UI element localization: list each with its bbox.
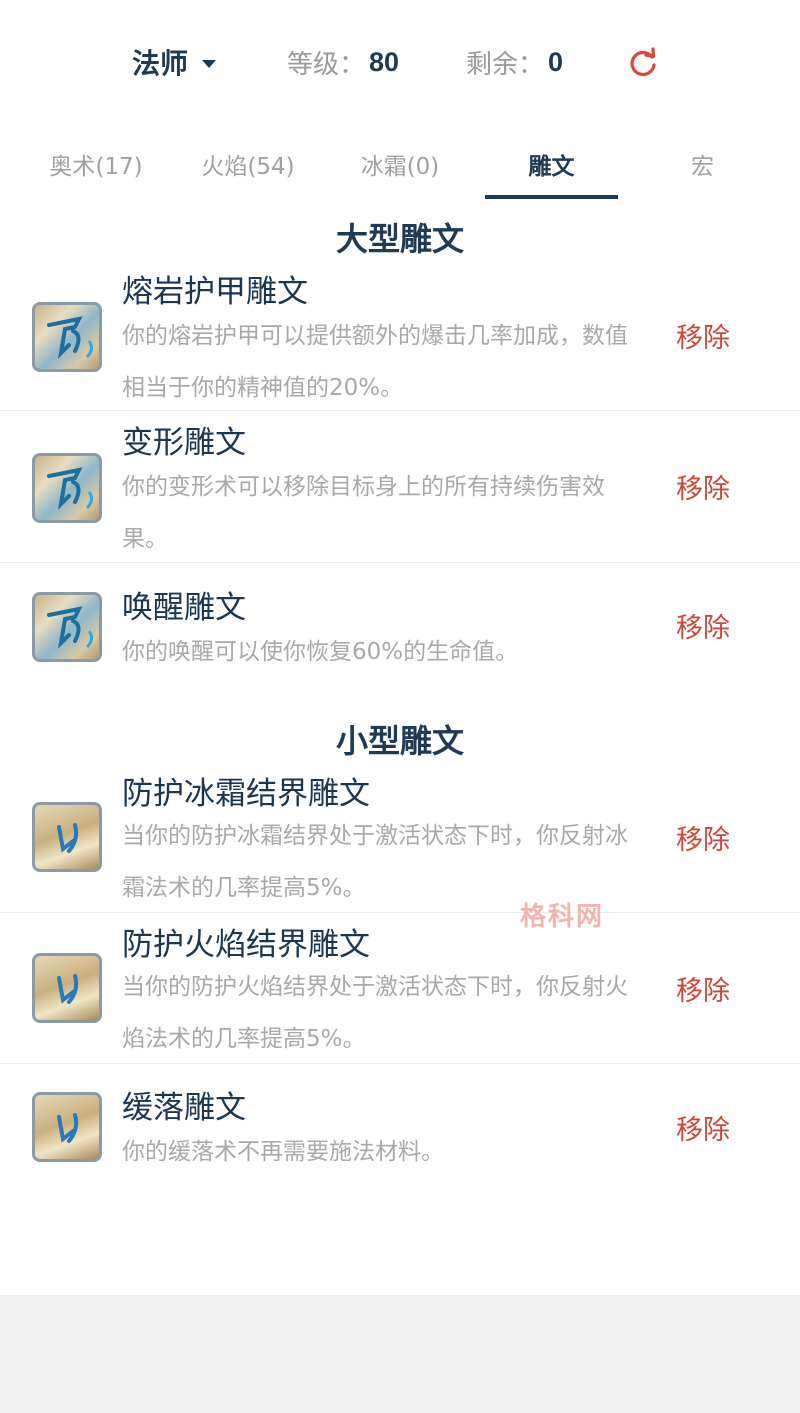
glyph-description: 你的变形术可以移除目标身上的所有持续伤害效果。	[122, 474, 605, 552]
active-tab-indicator	[485, 195, 618, 199]
glyph-name: 熔岩护甲雕文	[122, 274, 308, 310]
refresh-icon	[630, 47, 656, 77]
glyph-description: 你的熔岩护甲可以提供额外的爆击几率加成，数值相当于你的精神值的20%。	[122, 323, 628, 401]
remove-button[interactable]: 移除	[676, 969, 730, 1008]
glyph-row: 熔岩护甲雕文 你的熔岩护甲可以提供额外的爆击几率加成，数值相当于你的精神值的20…	[0, 262, 800, 410]
remove-button[interactable]: 移除	[676, 818, 730, 857]
tab-arcane[interactable]: 奥术(17)	[20, 128, 172, 200]
tab-macro[interactable]: 宏	[630, 128, 775, 200]
glyph-minor-icon	[32, 802, 102, 872]
glyph-description: 你的缓落术不再需要施法材料。	[122, 1139, 444, 1165]
glyph-major-icon	[32, 453, 102, 523]
tab-fire[interactable]: 火焰(54)	[172, 128, 324, 200]
glyph-row: 防护冰霜结界雕文 当你的防护冰霜结界处于激活状态下时，你反射冰霜法术的几率提高5…	[0, 764, 800, 912]
glyph-name: 唤醒雕文	[122, 590, 246, 626]
glyph-major-icon	[32, 592, 102, 662]
watermark: 格科网	[520, 902, 605, 932]
glyph-name: 防护火焰结界雕文	[122, 927, 370, 963]
divider	[0, 410, 800, 411]
divider	[0, 1063, 800, 1064]
tab-bar: 奥术(17) 火焰(54) 冰霜(0) 雕文 宏	[0, 128, 800, 200]
remove-button[interactable]: 移除	[676, 316, 730, 355]
glyph-name: 变形雕文	[122, 425, 246, 461]
remaining-label: 剩余：	[466, 49, 545, 80]
divider	[0, 912, 800, 913]
caret-down-icon	[202, 60, 217, 68]
glyph-minor-icon	[32, 1092, 102, 1162]
major-glyphs-title: 大型雕文	[335, 220, 464, 258]
remove-button[interactable]: 移除	[676, 606, 730, 645]
glyph-minor-icon	[32, 953, 102, 1023]
glyph-name: 缓落雕文	[122, 1090, 246, 1126]
class-name: 法师	[132, 47, 189, 80]
glyph-row: 变形雕文 你的变形术可以移除目标身上的所有持续伤害效果。 移除	[0, 413, 800, 561]
tab-glyphs[interactable]: 雕文	[485, 128, 618, 200]
remove-button[interactable]: 移除	[676, 467, 730, 506]
level-value: 80	[369, 46, 400, 77]
level-stat: 等级： 80	[287, 42, 399, 82]
glyph-row: 缓落雕文 你的缓落术不再需要施法材料。 移除	[0, 1080, 800, 1180]
level-label: 等级：	[287, 49, 366, 80]
top-bar: 法师 等级： 80 剩余： 0	[0, 0, 800, 120]
glyph-description: 当你的防护火焰结界处于激活状态下时，你反射火焰法术的几率提高5%。	[122, 974, 628, 1052]
reset-button[interactable]	[626, 46, 660, 80]
glyph-description: 你的唤醒可以使你恢复60%的生命值。	[122, 639, 519, 665]
glyph-row: 防护火焰结界雕文 当你的防护火焰结界处于激活状态下时，你反射火焰法术的几率提高5…	[0, 915, 800, 1063]
footer-area	[0, 1295, 800, 1413]
divider	[0, 562, 800, 563]
remove-button[interactable]: 移除	[676, 1108, 730, 1147]
glyph-name: 防护冰霜结界雕文	[122, 776, 370, 812]
minor-glyphs-title: 小型雕文	[335, 722, 464, 760]
glyph-major-icon	[32, 302, 102, 372]
remaining-stat: 剩余： 0	[466, 42, 563, 82]
glyph-row: 唤醒雕文 你的唤醒可以使你恢复60%的生命值。 移除	[0, 578, 800, 678]
class-dropdown[interactable]: 法师	[132, 42, 217, 82]
tab-frost[interactable]: 冰霜(0)	[324, 128, 476, 200]
remaining-value: 0	[548, 46, 564, 77]
